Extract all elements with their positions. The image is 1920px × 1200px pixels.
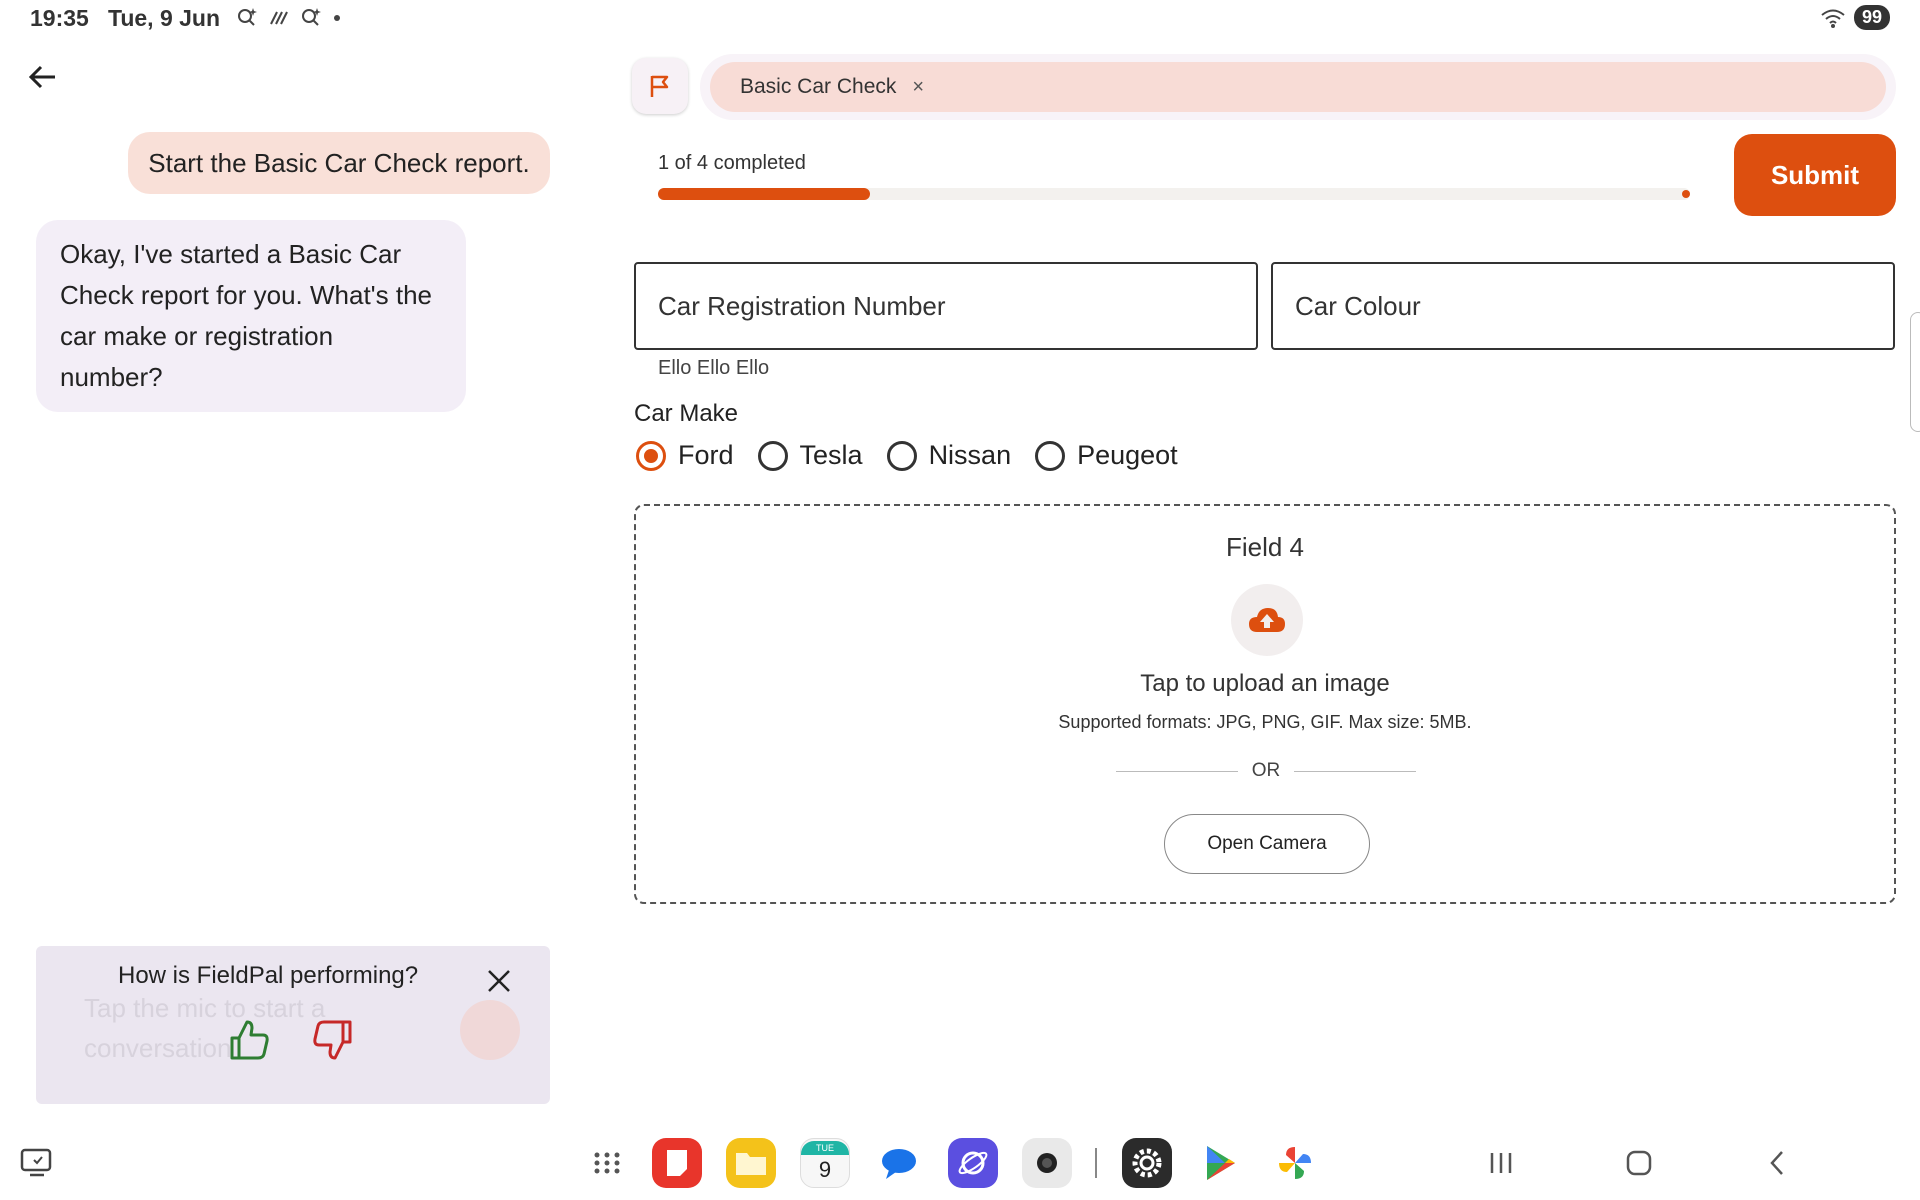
radio-label: Ford <box>678 440 734 470</box>
or-divider: OR <box>1116 760 1416 782</box>
status-time: 19:35 <box>30 5 89 31</box>
upload-instruction: Tap to upload an image <box>1140 670 1390 697</box>
notes-app-icon[interactable] <box>652 1138 702 1188</box>
radio-label: Tesla <box>799 440 863 470</box>
settings-app-icon[interactable] <box>1122 1138 1172 1188</box>
internet-app-icon[interactable] <box>948 1138 998 1188</box>
divider-line <box>1116 770 1238 772</box>
radio-option-tesla[interactable]: Tesla <box>756 440 863 471</box>
taskbar-dock: TUE 9 <box>0 1136 1920 1192</box>
cloud-upload-icon <box>1249 608 1285 632</box>
registration-helper-text: Ello Ello Ello <box>658 357 770 379</box>
upload-button[interactable] <box>1231 584 1303 656</box>
radio-option-nissan[interactable]: Nissan <box>885 440 1012 471</box>
edge-panel-handle[interactable] <box>1910 312 1920 432</box>
recents-icon <box>1490 1153 1512 1173</box>
radio-label: Nissan <box>928 440 1012 470</box>
feedback-card: Tap the mic to start a conversation How … <box>36 946 550 1104</box>
divider-line <box>1294 770 1416 772</box>
user-message-bubble: Start the Basic Car Check report. <box>128 132 550 194</box>
image-upload-zone[interactable]: Field 4 Tap to upload an image Supported… <box>634 504 1896 904</box>
folder-icon <box>736 1153 766 1175</box>
calendar-date: 9 <box>818 1157 832 1182</box>
progress-fill <box>658 188 870 200</box>
upload-field-title: Field 4 <box>1225 532 1305 562</box>
back-arrow-icon[interactable] <box>26 60 60 94</box>
home-button[interactable] <box>1622 1146 1656 1180</box>
progress-bar <box>658 188 1690 200</box>
thumbs-up-icon[interactable] <box>226 1016 274 1064</box>
assistant-message-bubble: Okay, I've started a Basic Car Check rep… <box>36 220 466 412</box>
signal-lines-icon <box>270 11 288 25</box>
progress-text: 1 of 4 completed <box>658 152 806 174</box>
status-date: Tue, 9 Jun <box>108 5 221 31</box>
close-icon[interactable] <box>486 968 512 994</box>
radio-option-peugeot[interactable]: Peugeot <box>1033 440 1178 471</box>
camera-icon <box>1037 1153 1057 1173</box>
photos-app-icon[interactable] <box>1270 1138 1320 1188</box>
radio-button-selected[interactable] <box>636 440 666 471</box>
submit-button[interactable]: Submit <box>1734 134 1896 216</box>
car-colour-input[interactable]: Car Colour <box>1271 262 1895 350</box>
flag-button[interactable] <box>632 58 688 114</box>
camera-app-icon[interactable] <box>1022 1138 1072 1188</box>
calendar-day: TUE <box>801 1141 849 1155</box>
tab-close-icon[interactable]: × <box>912 76 924 99</box>
files-app-icon[interactable] <box>726 1138 776 1188</box>
play-triangle-icon <box>1207 1146 1235 1180</box>
search-sparkle-icon <box>302 8 321 26</box>
open-camera-button[interactable]: Open Camera <box>1164 814 1370 874</box>
status-right: 99 <box>1820 5 1890 30</box>
status-bar: 19:35 Tue, 9 Jun 99 <box>0 0 1920 36</box>
radio-selected-dot <box>644 448 658 463</box>
progress-end-dot <box>1682 190 1690 198</box>
wifi-icon <box>1821 9 1845 28</box>
gear-icon <box>1132 1148 1162 1178</box>
grid-dots-icon <box>594 1152 620 1174</box>
chevron-left-icon <box>1770 1151 1783 1175</box>
dock-separator <box>1095 1148 1097 1178</box>
radio-button[interactable] <box>1035 440 1066 471</box>
radio-button[interactable] <box>757 440 788 471</box>
battery-level: 99 <box>1853 5 1890 30</box>
flag-icon <box>650 75 669 97</box>
mic-button[interactable] <box>460 1000 520 1060</box>
radio-option-ford[interactable]: Ford <box>634 440 734 471</box>
tab-label: Basic Car Check <box>740 75 897 98</box>
planet-icon <box>958 1151 988 1175</box>
status-notification-icons <box>236 6 342 28</box>
car-make-radio-group: Ford Tesla Nissan Peugeot <box>634 440 1200 471</box>
radio-label: Peugeot <box>1077 440 1178 470</box>
upload-formats-text: Supported formats: JPG, PNG, GIF. Max si… <box>1058 712 1472 732</box>
play-store-icon[interactable] <box>1196 1138 1246 1188</box>
messages-app-icon[interactable] <box>874 1138 924 1188</box>
pinwheel-icon <box>1279 1147 1311 1179</box>
calendar-app-icon[interactable]: TUE 9 <box>800 1138 850 1188</box>
home-icon <box>1626 1150 1652 1176</box>
feedback-question: How is FieldPal performing? <box>118 962 419 989</box>
radio-button[interactable] <box>886 440 917 471</box>
thumbs-down-icon[interactable] <box>308 1016 356 1064</box>
chat-bubble-icon <box>882 1149 916 1179</box>
car-registration-input[interactable]: Car Registration Number <box>634 262 1258 350</box>
chat-input-placeholder[interactable]: Tap the mic to start a conversation <box>84 988 344 1068</box>
tab-basic-car-check[interactable]: Basic Car Check × <box>710 62 1886 112</box>
car-make-label: Car Make <box>634 400 739 427</box>
app-drawer-icon[interactable] <box>582 1138 632 1188</box>
nav-back-button[interactable] <box>1760 1146 1794 1180</box>
recent-apps-button[interactable] <box>1484 1146 1518 1180</box>
dot-icon <box>334 15 340 21</box>
report-tab-bar: Basic Car Check × <box>700 54 1896 120</box>
search-sparkle-icon <box>238 8 257 26</box>
or-text: OR <box>1251 760 1281 781</box>
note-icon <box>667 1150 687 1176</box>
